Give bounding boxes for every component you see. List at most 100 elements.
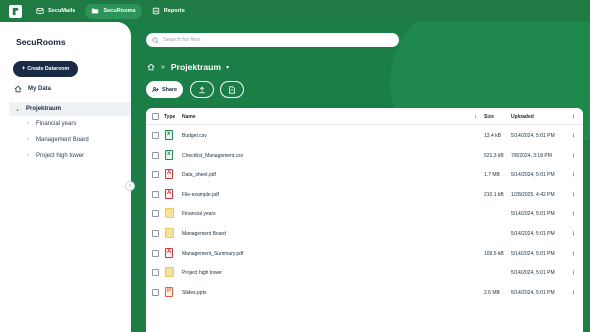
- sidebar-item-projektraum[interactable]: ⌄ Projektraum: [9, 102, 131, 116]
- app-logo[interactable]: [9, 4, 22, 18]
- sort-down-icon[interactable]: ↓: [474, 114, 477, 120]
- chevron-right-icon: ›: [27, 153, 29, 159]
- table-row[interactable]: Management Board 5/14/2024, 5:01 PM ⋮: [146, 224, 583, 244]
- header-size[interactable]: Size: [484, 114, 494, 120]
- row-checkbox[interactable]: [152, 230, 159, 237]
- chevron-down-icon: ⌄: [15, 106, 21, 113]
- row-menu-icon[interactable]: ⋮: [571, 290, 576, 296]
- chevron-right-icon: ›: [27, 137, 29, 143]
- file-uploaded: 5/14/2024, 5:01 PM: [511, 250, 555, 257]
- row-menu-icon[interactable]: ⋮: [571, 172, 576, 178]
- table-row[interactable]: Budget.csv 13.4 kB 5/14/2024, 5:01 PM ⋮: [146, 126, 583, 146]
- table-row[interactable]: Management_Summary.pdf 109.5 kB 5/14/2024,…: [146, 244, 583, 264]
- collapse-sidebar-button[interactable]: ‹: [125, 181, 135, 191]
- file-size: 1.7 MB: [484, 172, 500, 179]
- file-uploaded: 5/14/2024, 5:01 PM: [511, 231, 555, 237]
- row-menu-icon[interactable]: ⋮: [571, 153, 576, 159]
- table-row[interactable]: Financial years 5/14/2024, 5:01 PM ⋮: [146, 204, 583, 224]
- row-menu-icon[interactable]: ⋮: [571, 270, 576, 276]
- row-checkbox[interactable]: [152, 249, 159, 257]
- home-icon[interactable]: [147, 58, 155, 76]
- row-checkbox[interactable]: [152, 171, 159, 179]
- pdf-file-icon: [165, 169, 173, 180]
- header-type[interactable]: Type: [164, 114, 175, 120]
- report-icon: [152, 7, 159, 15]
- sidebar-item-management-board[interactable]: › Management Board: [27, 137, 89, 143]
- row-checkbox[interactable]: [152, 288, 159, 296]
- new-document-button[interactable]: [220, 81, 244, 98]
- search-icon: [152, 36, 159, 44]
- sidebar-item-label: Project high tower: [36, 153, 85, 159]
- row-checkbox[interactable]: [152, 132, 159, 139]
- file-table: Type Name ↓ Size Uploaded ⋮ Budget.csv 13…: [146, 108, 583, 332]
- header-name[interactable]: Name: [182, 114, 196, 120]
- pdf-file-icon: [165, 188, 173, 199]
- table-row[interactable]: Slides.pptx 2.6 MB 5/14/2024, 5:01 PM ⋮: [146, 283, 583, 303]
- table-row[interactable]: Data_sheet.pdf 1.7 MB 5/14/2024, 5:01 PM ⋮: [146, 165, 583, 185]
- row-menu-icon[interactable]: ⋮: [571, 251, 576, 257]
- file-uploaded: 5/14/2024, 5:01 PM: [511, 270, 555, 277]
- file-name[interactable]: Budget.csv: [182, 133, 207, 139]
- sidebar-item-my-data[interactable]: My Data: [14, 85, 51, 93]
- file-uploaded: 7/8/2024, 3:18 PM: [511, 152, 552, 159]
- table-row[interactable]: Project high tower 5/14/2024, 5:01 PM ⋮: [146, 263, 583, 283]
- share-button[interactable]: Share: [146, 81, 183, 98]
- home-icon: [14, 85, 22, 93]
- share-icon: [152, 86, 159, 92]
- sidebar-item-label: My Data: [28, 86, 52, 92]
- row-checkbox[interactable]: [152, 210, 159, 218]
- file-name[interactable]: Management_Summary.pdf: [182, 251, 243, 257]
- sidebar-item-label: Management Board: [36, 137, 89, 143]
- sidebar-item-financial-years[interactable]: › Financial years: [27, 121, 76, 127]
- row-checkbox[interactable]: [152, 269, 159, 277]
- upload-button[interactable]: [190, 81, 214, 98]
- file-name[interactable]: File-example.pdf: [182, 192, 219, 198]
- row-checkbox[interactable]: [152, 151, 159, 159]
- folder-icon: [165, 208, 174, 219]
- row-menu-icon[interactable]: ⋮: [571, 192, 576, 198]
- create-dataroom-button[interactable]: + Create Dataroom: [13, 61, 78, 77]
- file-size: 521.3 kB: [484, 152, 504, 159]
- row-menu-icon[interactable]: ⋮: [571, 133, 576, 139]
- sidebar: SecuRooms + Create Dataroom My Data ⌄ Pr…: [0, 22, 131, 332]
- upload-icon: [199, 86, 205, 93]
- file-uploaded: 5/14/2024, 5:01 PM: [511, 172, 555, 179]
- nav-reports[interactable]: Reports: [146, 4, 191, 19]
- create-dataroom-label: Create Dataroom: [27, 66, 70, 72]
- sidebar-item-label: Projektraum: [26, 106, 62, 112]
- search-bar[interactable]: [146, 33, 399, 47]
- file-name[interactable]: Slides.pptx: [182, 290, 206, 296]
- row-menu-icon[interactable]: ⋮: [571, 211, 576, 217]
- chevron-right-icon: ›: [27, 121, 29, 127]
- nav-securooms[interactable]: SecuRooms: [85, 3, 142, 19]
- file-size: 2.6 MB: [484, 289, 500, 296]
- row-menu-icon[interactable]: ⋮: [571, 231, 576, 237]
- pptx-file-icon: [165, 286, 173, 297]
- folder-icon: [165, 267, 174, 278]
- plus-icon: +: [21, 66, 26, 72]
- file-name[interactable]: Financial years: [182, 211, 216, 217]
- file-name[interactable]: Project high tower: [182, 270, 222, 276]
- chevron-down-icon[interactable]: ▾: [226, 64, 229, 71]
- breadcrumb: » Projektraum ▾: [147, 58, 229, 76]
- nav-secumails[interactable]: SecuMails: [30, 4, 81, 19]
- sidebar-item-project-high-tower[interactable]: › Project high tower: [27, 153, 84, 159]
- select-all-checkbox[interactable]: [152, 113, 159, 120]
- csv-file-icon: [165, 130, 173, 140]
- csv-file-icon: [165, 149, 173, 160]
- folder-icon: [165, 228, 174, 238]
- table-header: Type Name ↓ Size Uploaded ⋮: [146, 108, 583, 125]
- search-input[interactable]: [163, 37, 383, 43]
- file-size: 109.5 kB: [484, 250, 504, 257]
- top-nav: SecuMails SecuRooms Reports: [0, 0, 590, 22]
- more-options-icon[interactable]: ⋮: [571, 114, 576, 120]
- file-name[interactable]: Data_sheet.pdf: [182, 172, 216, 178]
- file-name[interactable]: Checklist_Management.csv: [182, 153, 243, 159]
- table-row[interactable]: Checklist_Management.csv 521.3 kB 7/8/2024…: [146, 146, 583, 166]
- table-row[interactable]: File-example.pdf 210.1 kB 1/28/2025, 4:42 …: [146, 185, 583, 205]
- mail-icon: [36, 8, 44, 14]
- header-uploaded[interactable]: Uploaded: [511, 114, 534, 120]
- row-checkbox[interactable]: [152, 190, 159, 198]
- file-size: 13.4 kB: [484, 133, 501, 139]
- file-name[interactable]: Management Board: [182, 231, 226, 237]
